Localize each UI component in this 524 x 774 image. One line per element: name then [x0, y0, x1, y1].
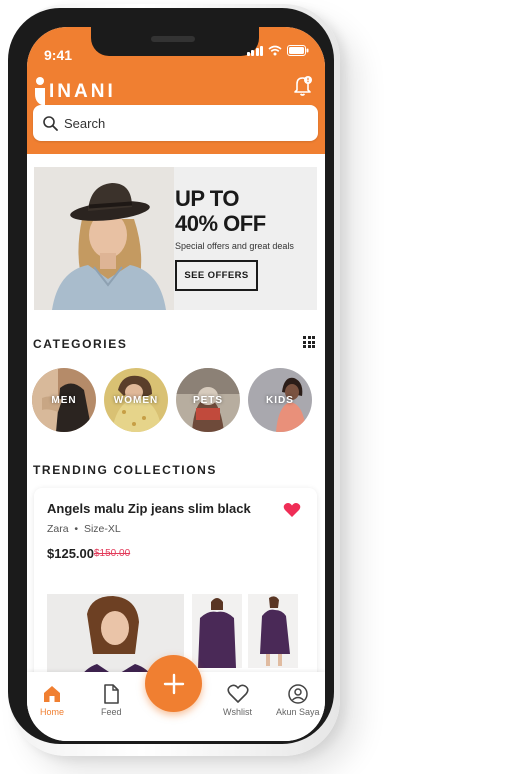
search-input[interactable]: Search	[33, 105, 318, 141]
category-kids[interactable]: KIDS	[248, 368, 312, 432]
product-brand: Zara	[47, 523, 69, 535]
document-icon	[104, 684, 120, 704]
phone-frame: 9:41 INANI Search UP TO 40% OFF Special …	[8, 8, 334, 744]
nav-home-label: Home	[40, 707, 65, 717]
add-button[interactable]	[145, 655, 202, 712]
nav-account-label: Akun Saya	[276, 707, 320, 717]
status-time: 9:41	[44, 47, 73, 63]
status-icons	[246, 45, 310, 56]
home-icon	[44, 686, 60, 702]
favorite-button[interactable]	[283, 502, 301, 523]
product-old-price: $150.00	[94, 548, 131, 559]
battery-icon	[287, 45, 309, 56]
nav-wishlist-label: Wshlist	[223, 707, 252, 717]
bottom-nav: Home Feed Wshlist Akun Saya	[27, 655, 325, 741]
category-list: MEN WOMEN PETS KIDS	[32, 368, 312, 432]
nav-feed-label: Feed	[101, 707, 122, 717]
product-thumb-2	[248, 594, 298, 668]
search-icon	[43, 115, 58, 131]
speaker	[151, 36, 195, 42]
category-pets[interactable]: PETS	[176, 368, 240, 432]
grid-view-icon[interactable]	[303, 336, 315, 348]
heart-outline-icon	[226, 684, 249, 703]
plus-icon	[163, 673, 184, 694]
product-meta: Zara • Size-XL	[47, 523, 121, 535]
promo-model-image	[34, 167, 174, 310]
product-size: Size-XL	[83, 523, 121, 535]
product-price: $125.00	[47, 546, 94, 561]
nav-wishlist[interactable]: Wshlist	[223, 684, 252, 717]
notch	[91, 27, 259, 56]
see-offers-button[interactable]: SEE OFFERS	[175, 260, 258, 291]
categories-title: CATEGORIES	[33, 337, 128, 351]
app-header: 9:41 INANI Search	[27, 27, 325, 154]
meta-separator: •	[71, 523, 82, 535]
promo-title: UP TO 40% OFF	[175, 186, 266, 236]
search-placeholder: Search	[64, 115, 106, 131]
heart-icon	[283, 503, 301, 517]
promo-banner[interactable]: UP TO 40% OFF Special offers and great d…	[34, 167, 317, 310]
category-label: MEN	[51, 394, 77, 406]
nav-account[interactable]: Akun Saya	[276, 684, 320, 717]
nav-home[interactable]: Home	[40, 684, 64, 717]
notifications-button[interactable]	[293, 75, 313, 102]
trending-title: TRENDING COLLECTIONS	[33, 463, 217, 477]
wifi-icon	[268, 45, 282, 56]
category-men[interactable]: MEN	[32, 368, 96, 432]
promo-subtitle: Special offers and great deals	[175, 241, 294, 251]
product-thumb-1	[192, 594, 242, 668]
brand-name: INANI	[49, 81, 116, 102]
category-label: PETS	[192, 394, 224, 406]
product-name: Angels malu Zip jeans slim black	[47, 501, 251, 516]
category-label: WOMEN	[113, 394, 159, 406]
logo-mark-icon	[35, 77, 45, 106]
app-screen: 9:41 INANI Search UP TO 40% OFF Special …	[27, 27, 325, 741]
bell-icon	[294, 76, 312, 96]
user-icon	[288, 684, 308, 704]
brand-logo[interactable]: INANI	[34, 77, 116, 107]
category-women[interactable]: WOMEN	[104, 368, 168, 432]
nav-feed[interactable]: Feed	[101, 684, 122, 717]
signal-icon	[246, 45, 263, 56]
category-label: KIDS	[266, 394, 294, 406]
